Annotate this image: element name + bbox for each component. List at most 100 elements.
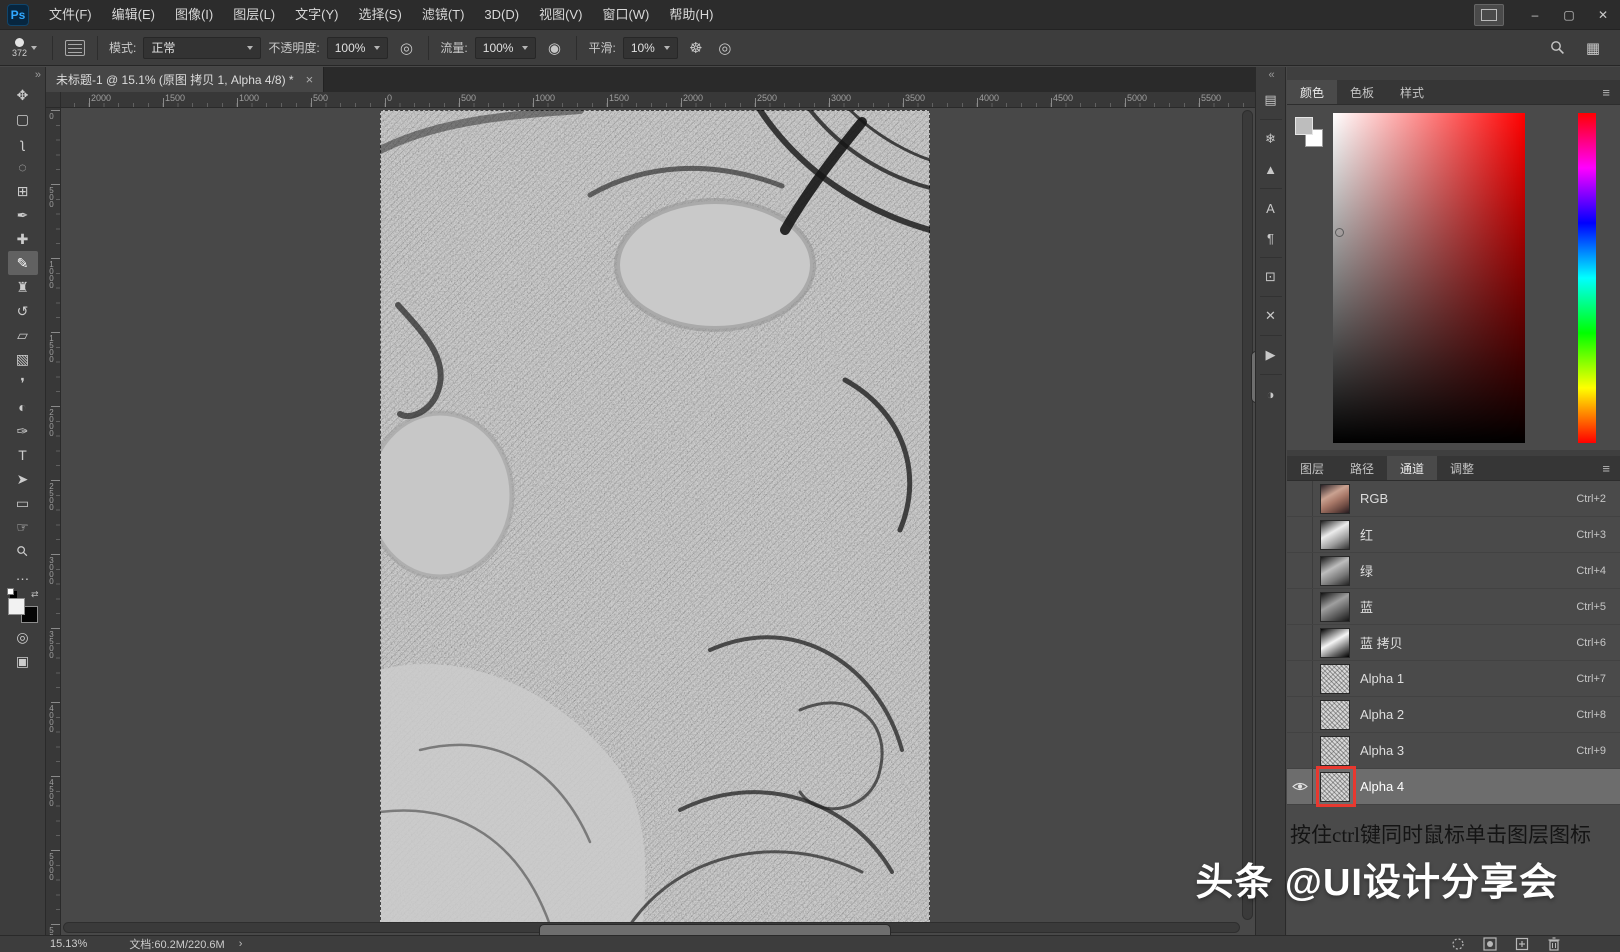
more-tools[interactable]: …	[8, 563, 38, 587]
quick-mask-mode-button[interactable]: ◎	[8, 625, 38, 649]
brush-settings-panel-icon[interactable]: ❄	[1259, 127, 1283, 151]
minimize-button[interactable]: –	[1518, 0, 1552, 30]
search-icon[interactable]	[1546, 37, 1568, 59]
visibility-toggle[interactable]	[1287, 769, 1313, 804]
channel-thumbnail[interactable]	[1320, 520, 1350, 550]
save-selection-as-channel-icon[interactable]	[1482, 937, 1498, 951]
channel-thumbnail[interactable]	[1320, 664, 1350, 694]
create-new-channel-icon[interactable]	[1514, 937, 1530, 951]
horizontal-scrollbar[interactable]	[63, 922, 1240, 933]
gradient-tool[interactable]: ▧	[8, 347, 38, 371]
menu-layer[interactable]: 图层(L)	[223, 0, 285, 30]
zoom-tool[interactable]: ⚲	[8, 539, 38, 563]
panels-collapse-icon[interactable]: «	[1268, 69, 1272, 81]
vertical-scrollbar[interactable]	[1242, 110, 1253, 920]
channel-row-alpha4[interactable]: Alpha 4	[1287, 769, 1620, 805]
dodge-tool[interactable]: ◐	[8, 395, 38, 419]
character-panel-icon[interactable]: A	[1259, 196, 1283, 220]
foreground-background-colors[interactable]: ⇄	[7, 591, 39, 623]
visibility-toggle[interactable]	[1287, 733, 1313, 768]
menu-view[interactable]: 视图(V)	[529, 0, 592, 30]
blend-mode-dropdown[interactable]: 正常	[143, 37, 261, 59]
airbrush-icon[interactable]: ◉	[543, 37, 565, 59]
quick-selection-tool[interactable]: ◌	[8, 155, 38, 179]
horizontal-scrollbar-thumb[interactable]	[539, 924, 891, 935]
document-image[interactable]	[380, 110, 930, 925]
default-colors-icon[interactable]	[7, 588, 14, 595]
channel-row-blue-copy[interactable]: 蓝 拷贝 Ctrl+6	[1287, 625, 1620, 661]
channel-thumbnail[interactable]	[1320, 556, 1350, 586]
clone-source-panel-icon[interactable]: ⊡	[1259, 265, 1283, 289]
brush-preset-picker[interactable]: 372	[8, 37, 41, 59]
crop-tool[interactable]: ⊞	[8, 179, 38, 203]
panel-menu-icon[interactable]: ≡	[1592, 456, 1620, 480]
saturation-brightness-picker[interactable]	[1333, 113, 1525, 443]
marquee-tool[interactable]: ▢	[8, 107, 38, 131]
paragraph-panel-icon[interactable]: ¶	[1259, 226, 1283, 250]
channel-thumbnail[interactable]	[1320, 592, 1350, 622]
menu-edit[interactable]: 编辑(E)	[102, 0, 165, 30]
hand-tool[interactable]: ☞	[8, 515, 38, 539]
type-tool[interactable]: T	[8, 443, 38, 467]
smoothing-settings-gear-icon[interactable]: ☸	[685, 37, 707, 59]
history-panel-icon[interactable]: ▤	[1259, 88, 1283, 112]
hue-slider[interactable]	[1578, 113, 1596, 443]
channel-thumbnail[interactable]	[1320, 628, 1350, 658]
visibility-toggle[interactable]	[1287, 553, 1313, 588]
opacity-pressure-icon[interactable]: ◎	[395, 37, 417, 59]
load-channel-as-selection-icon[interactable]	[1450, 937, 1466, 951]
channel-row-red[interactable]: 红 Ctrl+3	[1287, 517, 1620, 553]
channel-thumbnail[interactable]	[1320, 772, 1350, 802]
lasso-tool[interactable]: ʅ	[8, 131, 38, 155]
visibility-toggle[interactable]	[1287, 661, 1313, 696]
tab-close-icon[interactable]: ×	[306, 72, 314, 87]
clone-stamp-tool[interactable]: ♜	[8, 275, 38, 299]
menu-image[interactable]: 图像(I)	[165, 0, 223, 30]
smudge-tool[interactable]: ❜	[8, 371, 38, 395]
channel-thumbnail[interactable]	[1320, 736, 1350, 766]
toggle-brush-settings-icon[interactable]	[64, 37, 86, 59]
tab-channels[interactable]: 通道	[1387, 456, 1437, 480]
tab-paths[interactable]: 路径	[1337, 456, 1387, 480]
menu-3d[interactable]: 3D(D)	[474, 0, 529, 30]
tab-color[interactable]: 颜色	[1287, 80, 1337, 104]
adjustments-panel-icon[interactable]: ◑	[1259, 382, 1283, 406]
status-info-arrow[interactable]: ›	[239, 938, 243, 950]
visibility-toggle[interactable]	[1287, 481, 1313, 516]
canvas-area[interactable]	[61, 108, 1255, 935]
brushes-panel-icon[interactable]: ▲	[1259, 157, 1283, 181]
channel-row-rgb[interactable]: RGB Ctrl+2	[1287, 481, 1620, 517]
history-brush-tool[interactable]: ↺	[8, 299, 38, 323]
channel-row-blue[interactable]: 蓝 Ctrl+5	[1287, 589, 1620, 625]
menu-type[interactable]: 文字(Y)	[285, 0, 348, 30]
tab-adjustments[interactable]: 调整	[1437, 456, 1487, 480]
libraries-panel-icon[interactable]: ✕	[1259, 304, 1283, 328]
flow-dropdown[interactable]: 100%	[475, 37, 537, 59]
channel-thumbnail[interactable]	[1320, 700, 1350, 730]
channel-row-alpha2[interactable]: Alpha 2 Ctrl+8	[1287, 697, 1620, 733]
menu-select[interactable]: 选择(S)	[348, 0, 411, 30]
zoom-level-field[interactable]: 15.13%	[50, 938, 87, 950]
workspace-switcher-icon[interactable]	[1474, 4, 1504, 26]
document-tab[interactable]: 未标题-1 @ 15.1% (原图 拷贝 1, Alpha 4/8) * ×	[46, 67, 324, 92]
tab-swatches[interactable]: 色板	[1337, 80, 1387, 104]
channel-row-alpha3[interactable]: Alpha 3 Ctrl+9	[1287, 733, 1620, 769]
size-pressure-icon[interactable]: ◎	[714, 37, 736, 59]
maximize-button[interactable]: ▢	[1552, 0, 1586, 30]
foreground-color-swatch[interactable]	[8, 598, 25, 615]
eraser-tool[interactable]: ▱	[8, 323, 38, 347]
close-button[interactable]: ✕	[1586, 0, 1620, 30]
menu-filter[interactable]: 滤镜(T)	[412, 0, 475, 30]
channel-row-alpha1[interactable]: Alpha 1 Ctrl+7	[1287, 661, 1620, 697]
eyedropper-tool[interactable]: ✒	[8, 203, 38, 227]
actions-panel-icon[interactable]: ▶	[1259, 343, 1283, 367]
delete-channel-trash-icon[interactable]	[1546, 937, 1562, 951]
screen-mode-button[interactable]: ▣	[8, 649, 38, 673]
workspace-layout-icon[interactable]: ▦	[1582, 37, 1604, 59]
shape-tool[interactable]: ▭	[8, 491, 38, 515]
tab-layers[interactable]: 图层	[1287, 456, 1337, 480]
swap-colors-icon[interactable]: ⇄	[31, 589, 39, 600]
menu-file[interactable]: 文件(F)	[39, 0, 102, 30]
menu-help[interactable]: 帮助(H)	[659, 0, 723, 30]
toolbar-expand-icon[interactable]: »	[35, 69, 39, 81]
